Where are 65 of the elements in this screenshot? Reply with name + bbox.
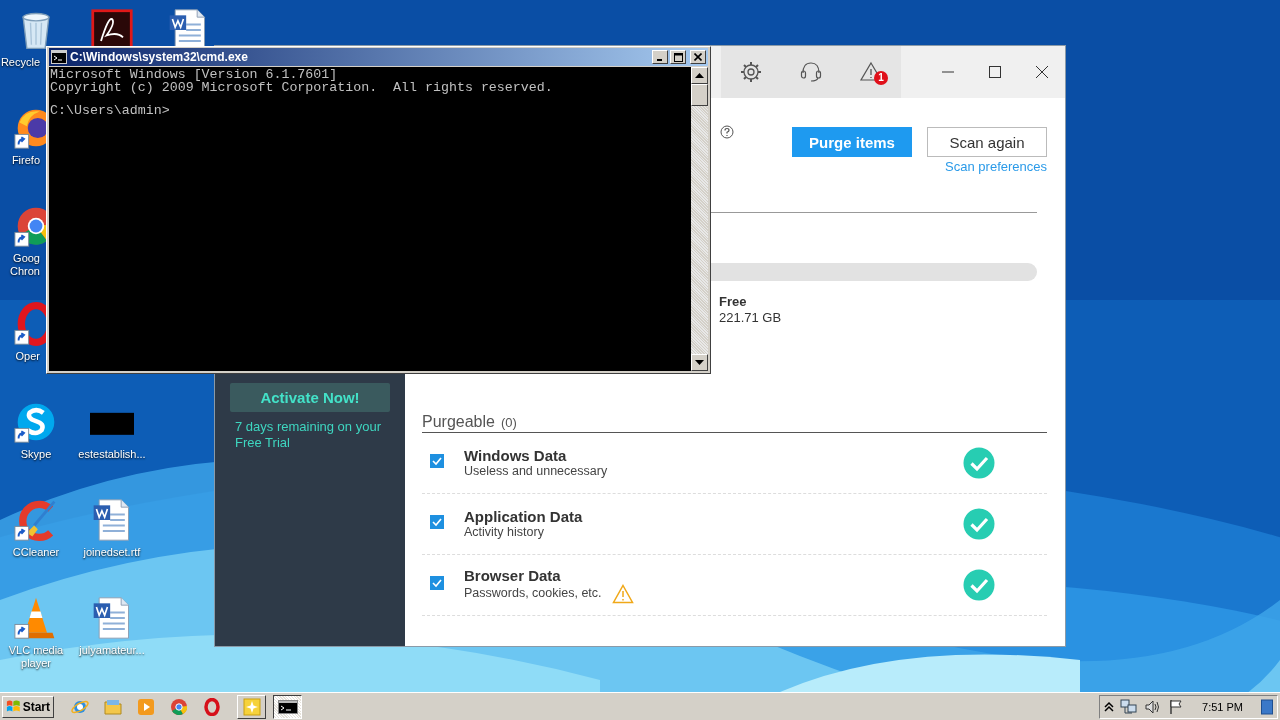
item-title: Windows Data: [464, 447, 568, 464]
scrollbar[interactable]: [691, 67, 708, 371]
scan-again-button[interactable]: Scan again: [927, 127, 1047, 157]
up-arrow-icon: [695, 73, 704, 78]
console-prompt: C:\Users\admin>: [50, 104, 171, 117]
close-icon: [694, 53, 702, 61]
icon-label: VLC media player: [7, 644, 65, 670]
gear-icon: [739, 60, 763, 84]
check-circle-icon: [963, 447, 995, 479]
maximize-button[interactable]: [670, 50, 686, 64]
scrollbar-thumb[interactable]: [691, 84, 708, 106]
maximize-icon: [987, 65, 1002, 79]
star-icon: [242, 697, 261, 716]
ring-icon[interactable]: [203, 697, 221, 716]
app-task-button[interactable]: [237, 694, 266, 719]
document-icon[interactable]: [90, 8, 134, 46]
clock[interactable]: 7:51 PM: [1202, 700, 1243, 713]
broom-icon[interactable]: [14, 498, 58, 542]
close-icon: [1034, 65, 1049, 79]
checkbox[interactable]: [430, 576, 444, 590]
show-desktop-icon[interactable]: [1261, 697, 1273, 716]
trial-text: 7 days remaining on your Free Trial: [235, 419, 382, 451]
ring-icon[interactable]: [14, 302, 46, 346]
free-label: Free: [719, 294, 748, 310]
icon-label: joinedset.rtf: [82, 546, 142, 559]
item-description: Passwords, cookies, etc.: [464, 586, 602, 601]
window-title: C:\Windows\system32\cmd.exe: [70, 50, 249, 64]
icon-label: CCleaner: [11, 546, 61, 559]
console-line: Copyright (c) 2009 Microsoft Corporation. All rights reserved.: [50, 81, 554, 94]
activate-button[interactable]: Activate Now!: [230, 383, 390, 412]
console-line: Microsoft Windows [Version 6.1.7601]: [50, 69, 339, 82]
notification-badge: 1: [874, 71, 888, 85]
flag-icon[interactable]: [1168, 698, 1185, 715]
check-circle-icon: [963, 508, 995, 540]
icon-label: Recycle: [0, 56, 40, 69]
console-task-button[interactable]: [273, 694, 302, 719]
down-arrow-icon: [695, 360, 704, 365]
console-output[interactable]: Microsoft Windows [Version 6.1.7601] Copyright (c) 2009 Microsoft Corporation. All rights reserved. C:\Users\admin>: [49, 67, 691, 371]
section-title: Purgeable: [422, 412, 495, 431]
check-circle-icon: [963, 569, 995, 601]
windows-logo-icon: [6, 699, 21, 714]
icon-label: Skype: [19, 448, 53, 461]
item-description: Useless and unnecessary: [464, 464, 608, 479]
checkbox[interactable]: [430, 515, 444, 529]
console-icon: [277, 699, 298, 714]
network-icon[interactable]: [1120, 698, 1139, 715]
console-icon: [51, 50, 67, 64]
minimize-button[interactable]: [652, 50, 668, 64]
icon-label: Goog Chron: [9, 252, 40, 278]
item-title: Browser Data: [464, 566, 562, 584]
help-icon[interactable]: [720, 125, 734, 139]
icon-label: julyamateur...: [78, 644, 146, 657]
close-button[interactable]: [690, 50, 706, 64]
maximize-icon: [673, 52, 683, 62]
free-value: 221.71 GB: [719, 310, 783, 326]
headset-icon: [799, 60, 823, 84]
chevron-icon[interactable]: [1104, 700, 1115, 713]
icon-label: estestablish...: [77, 448, 147, 461]
start-button[interactable]: Start: [2, 695, 54, 718]
icon-label: Firefo: [10, 154, 40, 167]
checkbox[interactable]: [430, 454, 444, 468]
item-description: Activity history: [464, 525, 544, 540]
item-title: Application Data: [464, 508, 584, 525]
item-count: (0): [500, 415, 517, 430]
icon-label: Oper: [14, 350, 40, 363]
